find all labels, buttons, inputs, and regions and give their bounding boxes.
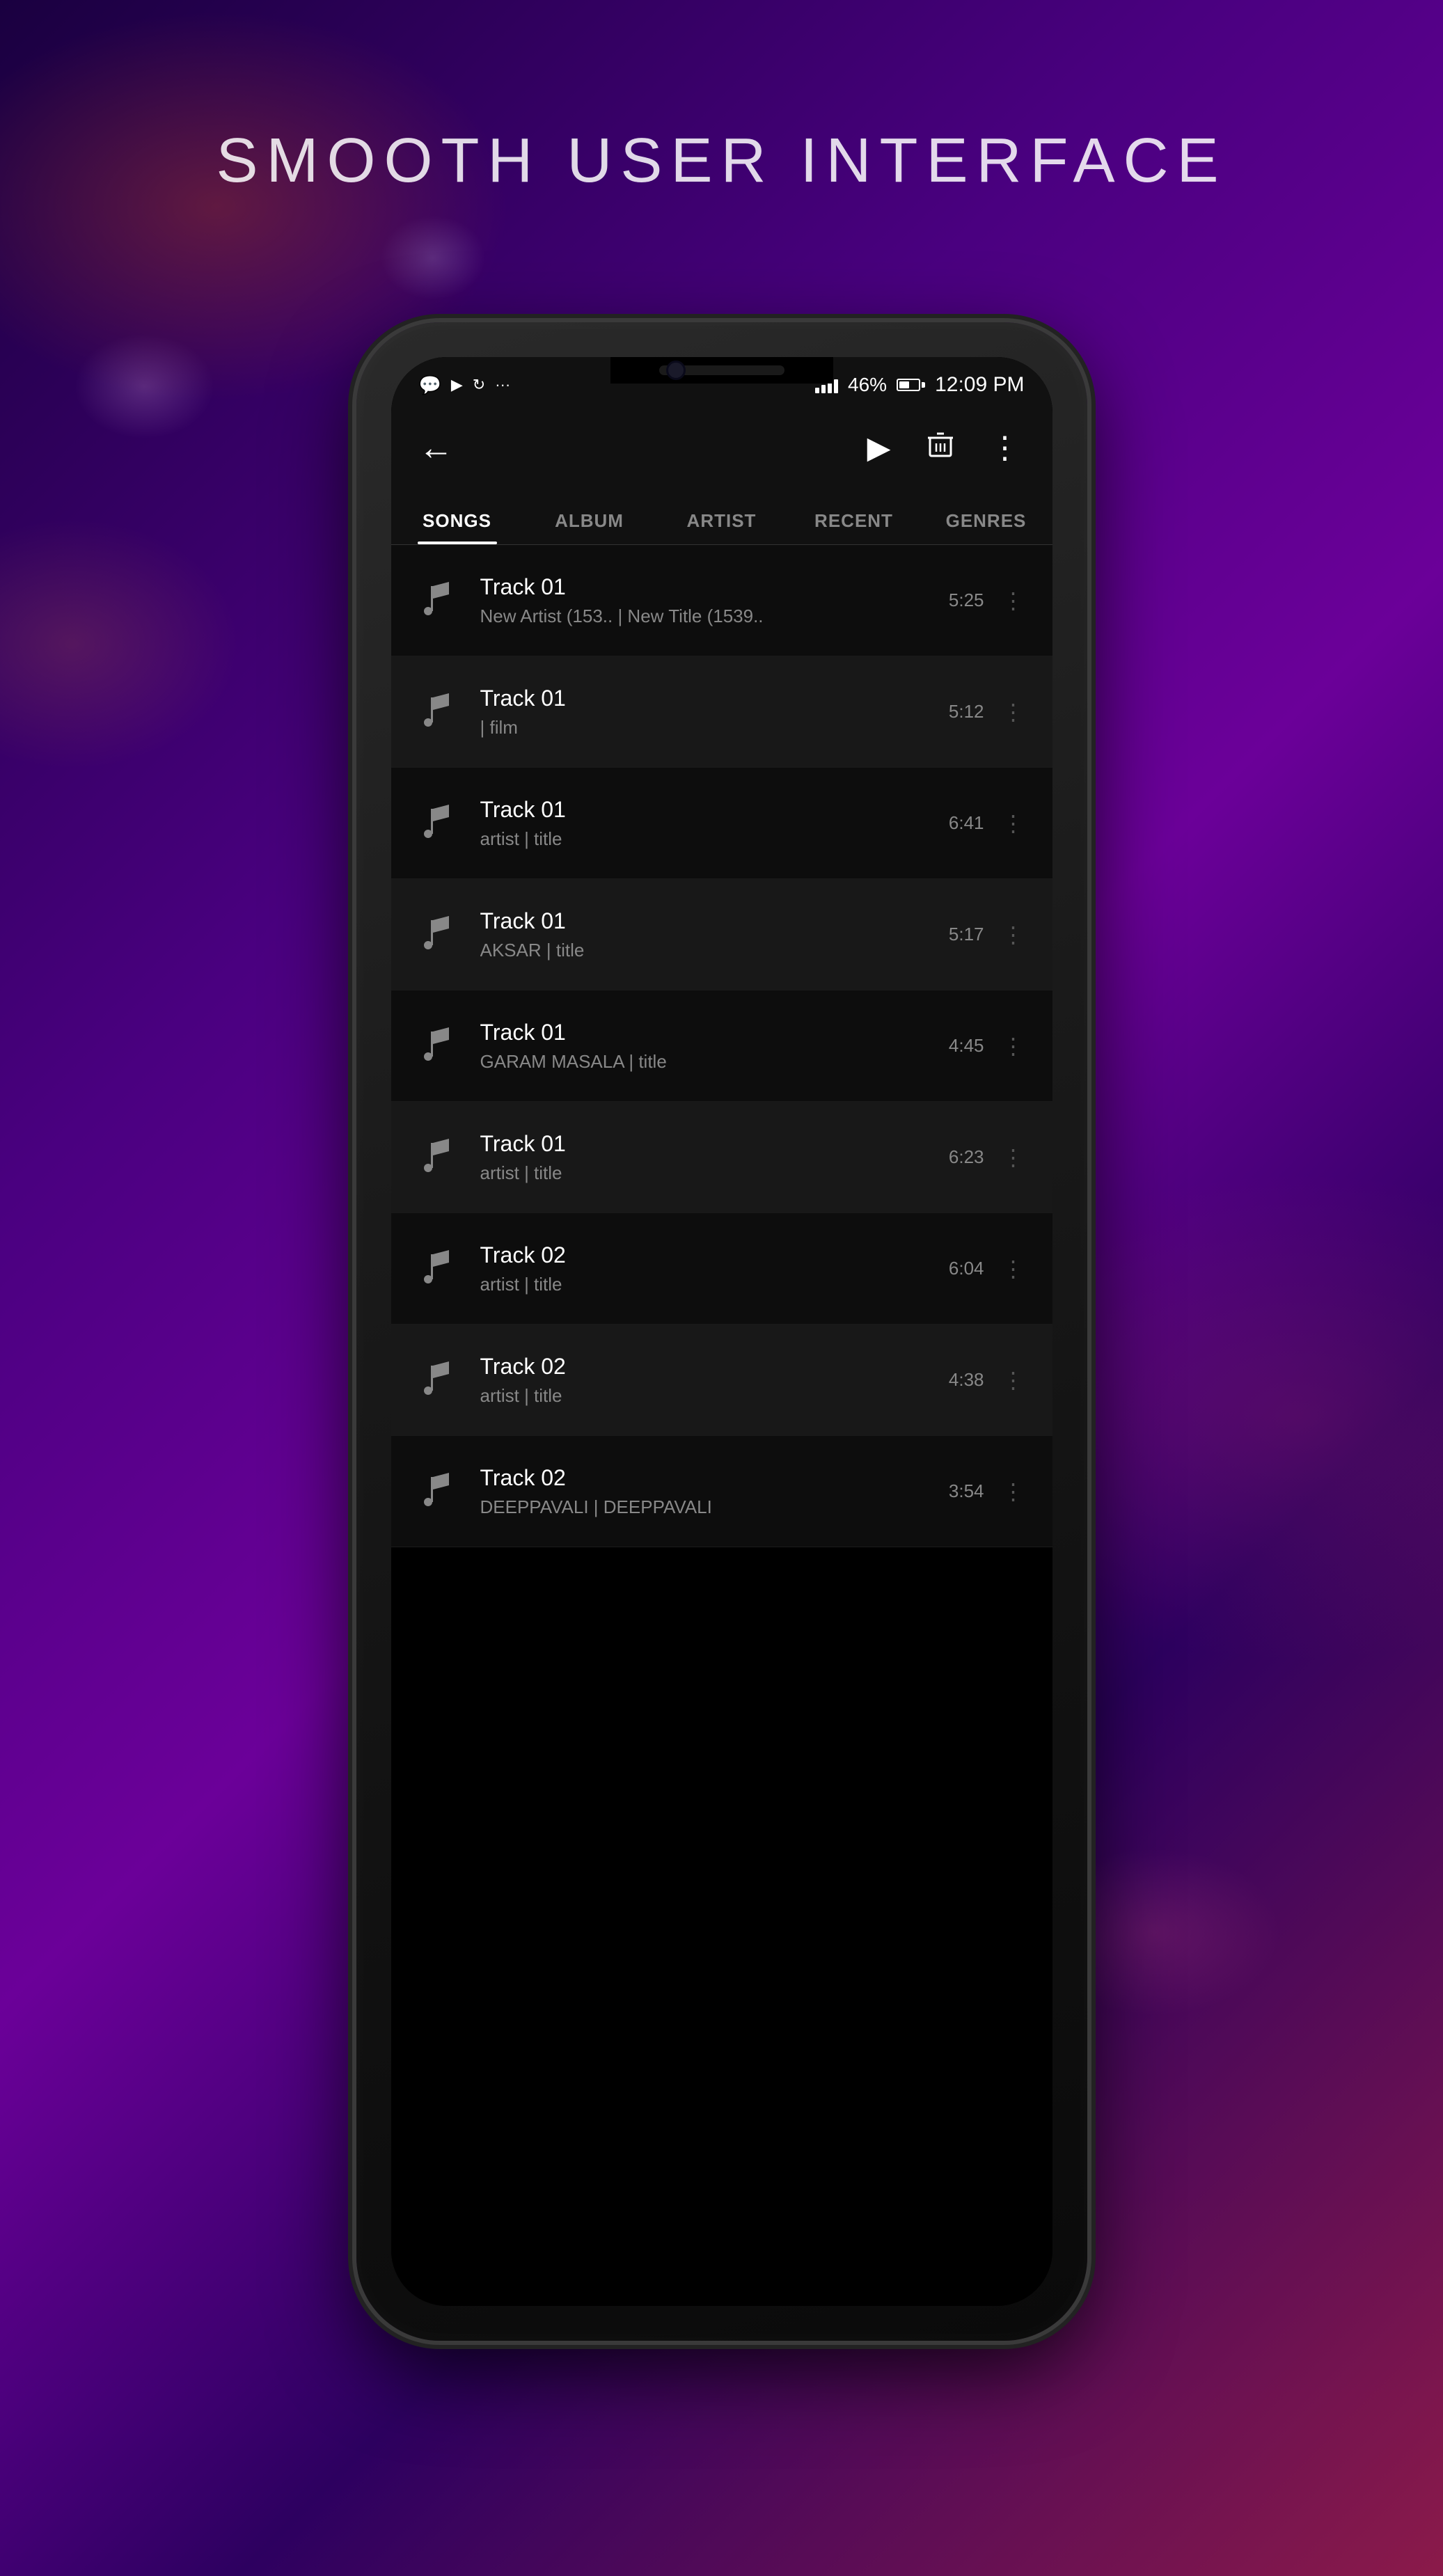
song-duration: 5:12 <box>949 701 984 722</box>
phone-notch <box>610 357 833 384</box>
tab-songs[interactable]: SONGS <box>391 510 523 544</box>
song-duration: 5:25 <box>949 590 984 611</box>
song-more-button[interactable]: ⋮ <box>995 1362 1032 1398</box>
song-duration: 6:04 <box>949 1258 984 1279</box>
status-icons-left: 💬 ▶ ↻ ··· <box>419 374 511 396</box>
song-more-button[interactable]: ⋮ <box>995 805 1032 841</box>
song-track: Track 01 <box>480 797 949 823</box>
tab-genres[interactable]: GENRES <box>920 510 1052 544</box>
sync-icon: ↻ <box>473 376 485 394</box>
song-subtitle: AKSAR | title <box>480 940 949 961</box>
music-note-icon <box>412 1356 461 1405</box>
song-subtitle: artist | title <box>480 1385 949 1407</box>
status-time: 12:09 PM <box>935 373 1024 397</box>
song-track: Track 01 <box>480 1131 949 1157</box>
page-headline: SMOOTH USER INTERFACE <box>216 125 1227 197</box>
front-camera <box>666 361 686 380</box>
song-item[interactable]: Track 01 | film 5:12 ⋮ <box>391 656 1052 768</box>
song-item[interactable]: Track 02 DEEPPAVALI | DEEPPAVALI 3:54 ⋮ <box>391 1436 1052 1547</box>
song-duration: 6:41 <box>949 812 984 834</box>
song-subtitle: DEEPPAVALI | DEEPPAVALI <box>480 1496 949 1518</box>
song-more-button[interactable]: ⋮ <box>995 1251 1032 1287</box>
song-subtitle: GARAM MASALA | title <box>480 1051 949 1073</box>
song-more-button[interactable]: ⋮ <box>995 1473 1032 1510</box>
song-track: Track 02 <box>480 1242 949 1268</box>
song-track: Track 01 <box>480 686 949 711</box>
song-info: Track 02 DEEPPAVALI | DEEPPAVALI <box>480 1465 949 1518</box>
song-more-button[interactable]: ⋮ <box>995 694 1032 730</box>
back-button[interactable]: ← <box>412 420 461 475</box>
song-item[interactable]: Track 02 artist | title 6:04 ⋮ <box>391 1213 1052 1325</box>
song-info: Track 02 artist | title <box>480 1354 949 1407</box>
status-icons-right: 46% 12:09 PM <box>815 373 1024 397</box>
music-note-icon <box>412 576 461 625</box>
delete-button[interactable] <box>916 424 965 472</box>
song-subtitle: artist | title <box>480 1162 949 1184</box>
song-subtitle: artist | title <box>480 828 949 850</box>
tab-recent[interactable]: RECENT <box>788 510 920 544</box>
whatsapp-icon: 💬 <box>419 374 441 396</box>
song-more-button[interactable]: ⋮ <box>995 1028 1032 1064</box>
song-duration: 6:23 <box>949 1146 984 1168</box>
song-info: Track 01 artist | title <box>480 1131 949 1184</box>
song-duration: 4:45 <box>949 1035 984 1057</box>
song-subtitle: artist | title <box>480 1274 949 1295</box>
song-duration: 4:38 <box>949 1369 984 1391</box>
song-info: Track 01 AKSAR | title <box>480 908 949 961</box>
song-item[interactable]: Track 01 GARAM MASALA | title 4:45 ⋮ <box>391 990 1052 1102</box>
song-more-button[interactable]: ⋮ <box>995 917 1032 953</box>
media-icon: ▶ <box>451 376 463 394</box>
tab-album[interactable]: ALBUM <box>523 510 656 544</box>
tabs-bar: SONGS ALBUM ARTIST RECENT GENRES <box>391 482 1052 545</box>
song-subtitle: | film <box>480 717 949 738</box>
music-note-icon <box>412 1244 461 1293</box>
song-info: Track 01 GARAM MASALA | title <box>480 1020 949 1073</box>
more-options-button[interactable]: ⋮ <box>979 423 1032 473</box>
song-info: Track 01 artist | title <box>480 797 949 850</box>
song-track: Track 02 <box>480 1465 949 1491</box>
song-item[interactable]: Track 02 artist | title 4:38 ⋮ <box>391 1325 1052 1436</box>
song-duration: 3:54 <box>949 1480 984 1502</box>
phone-screen: 💬 ▶ ↻ ··· 46% <box>391 357 1052 2306</box>
music-note-icon <box>412 688 461 736</box>
song-track: Track 01 <box>480 1020 949 1045</box>
song-list: Track 01 New Artist (153.. | New Title (… <box>391 545 1052 2306</box>
song-item[interactable]: Track 01 AKSAR | title 5:17 ⋮ <box>391 879 1052 990</box>
song-info: Track 02 artist | title <box>480 1242 949 1295</box>
song-more-button[interactable]: ⋮ <box>995 583 1032 619</box>
song-more-button[interactable]: ⋮ <box>995 1139 1032 1176</box>
song-duration: 5:17 <box>949 924 984 945</box>
tab-artist[interactable]: ARTIST <box>656 510 788 544</box>
song-item[interactable]: Track 01 artist | title 6:23 ⋮ <box>391 1102 1052 1213</box>
song-info: Track 01 New Artist (153.. | New Title (… <box>480 574 949 627</box>
song-item[interactable]: Track 01 New Artist (153.. | New Title (… <box>391 545 1052 656</box>
phone-container: 💬 ▶ ↻ ··· 46% <box>356 322 1087 2341</box>
music-note-icon <box>412 910 461 959</box>
music-note-icon <box>412 1467 461 1516</box>
notifications-icon: ··· <box>495 376 510 394</box>
song-item[interactable]: Track 01 artist | title 6:41 ⋮ <box>391 768 1052 879</box>
music-note-icon <box>412 1022 461 1070</box>
battery-icon <box>897 379 925 391</box>
music-note-icon <box>412 1133 461 1182</box>
play-button[interactable]: ▶ <box>856 423 902 473</box>
song-track: Track 01 <box>480 908 949 934</box>
song-track: Track 01 <box>480 574 949 600</box>
music-note-icon <box>412 799 461 848</box>
song-track: Track 02 <box>480 1354 949 1380</box>
battery-percentage: 46% <box>848 374 887 396</box>
phone-shell: 💬 ▶ ↻ ··· 46% <box>356 322 1087 2341</box>
song-subtitle: New Artist (153.. | New Title (1539.. <box>480 606 949 627</box>
toolbar: ← ▶ ⋮ <box>391 413 1052 482</box>
song-info: Track 01 | film <box>480 686 949 738</box>
